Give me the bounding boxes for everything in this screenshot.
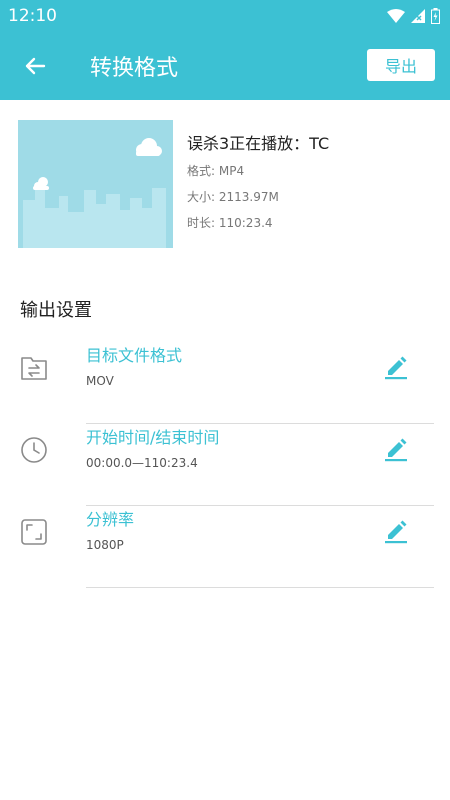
edit-icon[interactable] bbox=[382, 434, 410, 462]
output-settings-title: 输出设置 bbox=[20, 300, 92, 321]
back-button[interactable] bbox=[0, 32, 70, 100]
folder-convert-icon bbox=[21, 357, 47, 380]
video-size: 大小: 2113.97M bbox=[187, 190, 279, 204]
video-info: 误杀3正在播放：TC 格式: MP4 大小: 2113.97M 时长: 110:… bbox=[187, 120, 329, 250]
setting-label: 目标文件格式 bbox=[86, 346, 183, 365]
app-bar: 转换格式 导出 bbox=[0, 32, 450, 100]
setting-value: 00:00.0—110:23.4 bbox=[86, 456, 198, 470]
video-card: 误杀3正在播放：TC 格式: MP4 大小: 2113.97M 时长: 110:… bbox=[0, 100, 450, 250]
video-title: 误杀3正在播放：TC bbox=[187, 134, 330, 153]
divider bbox=[86, 587, 434, 588]
video-format: 格式: MP4 bbox=[187, 164, 245, 178]
resize-icon bbox=[21, 519, 47, 545]
battery-icon bbox=[431, 8, 440, 24]
export-button[interactable]: 导出 bbox=[367, 49, 435, 81]
status-bar: 12:10 bbox=[0, 0, 450, 32]
status-time: 12:10 bbox=[8, 6, 57, 26]
page-title: 转换格式 bbox=[90, 56, 179, 81]
setting-label: 分辨率 bbox=[86, 510, 135, 529]
video-duration: 时长: 110:23.4 bbox=[187, 216, 273, 230]
signal-icon bbox=[411, 9, 425, 23]
edit-icon[interactable] bbox=[382, 516, 410, 544]
edit-icon[interactable] bbox=[382, 352, 410, 380]
setting-value: 1080P bbox=[86, 538, 124, 552]
status-icons bbox=[387, 8, 440, 24]
arrow-left-icon bbox=[25, 57, 46, 75]
video-thumbnail[interactable] bbox=[18, 120, 173, 248]
cityscape-placeholder-icon bbox=[18, 120, 173, 248]
setting-item-format[interactable]: 目标文件格式 MOV bbox=[0, 342, 450, 424]
setting-item-resolution[interactable]: 分辨率 1080P bbox=[0, 506, 450, 588]
clock-icon bbox=[21, 437, 47, 463]
wifi-icon bbox=[387, 9, 405, 23]
setting-value: MOV bbox=[86, 374, 114, 388]
settings-list: 目标文件格式 MOV 开始时间/结束时间 00:00.0—110:23.4 分辨… bbox=[0, 342, 450, 588]
setting-label: 开始时间/结束时间 bbox=[86, 428, 220, 447]
setting-item-time-range[interactable]: 开始时间/结束时间 00:00.0—110:23.4 bbox=[0, 424, 450, 506]
